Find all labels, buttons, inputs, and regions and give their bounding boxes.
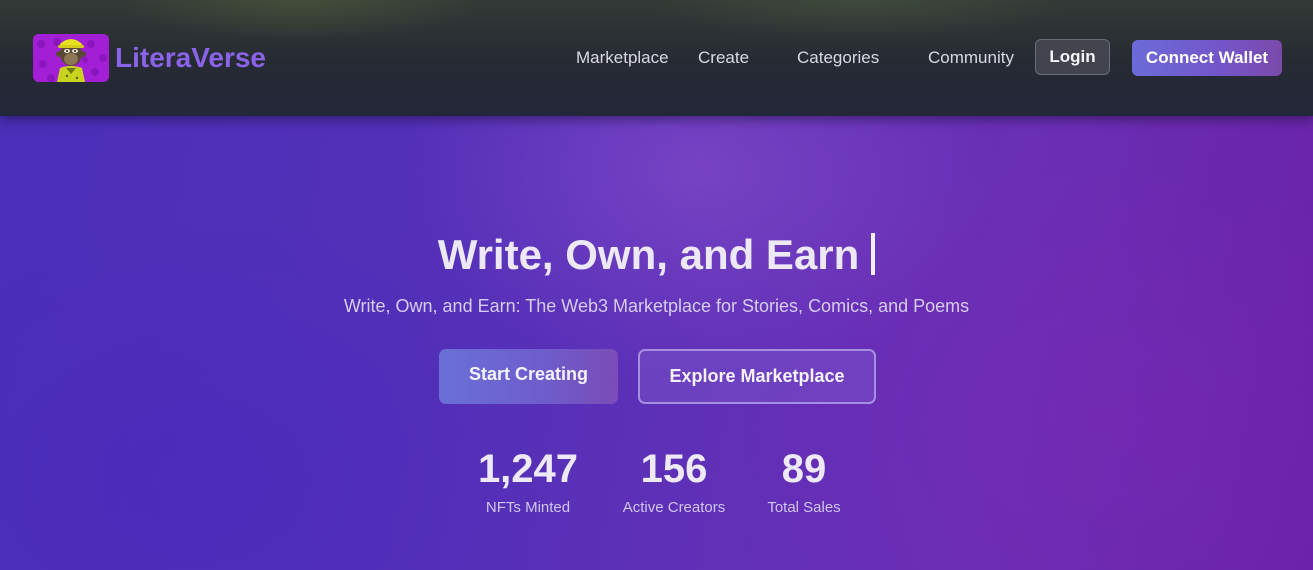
stat-label: Total Sales	[767, 499, 841, 516]
hero-title-text: Write, Own, and Earn	[437, 231, 860, 278]
hero-section: LiteraVerse Marketplace Create Categorie…	[0, 0, 1313, 570]
hero-title: Write, Own, and Earn	[0, 230, 1313, 280]
stat-label: NFTs Minted	[485, 499, 571, 516]
stat-value: 89	[781, 447, 827, 491]
brand-home-link[interactable]: LiteraVerse	[33, 34, 266, 82]
stat-total-sales: 89 Total Sales	[754, 446, 854, 516]
stat-value: 1,247	[477, 447, 579, 491]
brand-name: LiteraVerse	[115, 42, 266, 73]
nav-link-create[interactable]: Create	[698, 48, 749, 68]
navbar: LiteraVerse Marketplace Create Categorie…	[0, 0, 1313, 116]
nav-link-categories[interactable]: Categories	[797, 48, 879, 68]
typing-cursor	[871, 233, 876, 275]
stat-value: 156	[640, 447, 708, 491]
stat-nfts-minted: 1,247 NFTs Minted	[468, 446, 588, 516]
connect-wallet-button[interactable]: Connect Wallet	[1132, 40, 1282, 76]
start-creating-button[interactable]: Start Creating	[439, 349, 618, 404]
stat-active-creators: 156 Active Creators	[614, 446, 734, 516]
login-button[interactable]: Login	[1035, 39, 1110, 75]
explore-marketplace-button[interactable]: Explore Marketplace	[638, 349, 876, 404]
nav-link-marketplace[interactable]: Marketplace	[576, 48, 669, 68]
hero-subtitle: Write, Own, and Earn: The Web3 Marketpla…	[343, 296, 970, 316]
nav-link-community[interactable]: Community	[928, 48, 1014, 68]
stat-label: Active Creators	[622, 499, 726, 516]
ape-avatar-icon	[33, 34, 109, 82]
